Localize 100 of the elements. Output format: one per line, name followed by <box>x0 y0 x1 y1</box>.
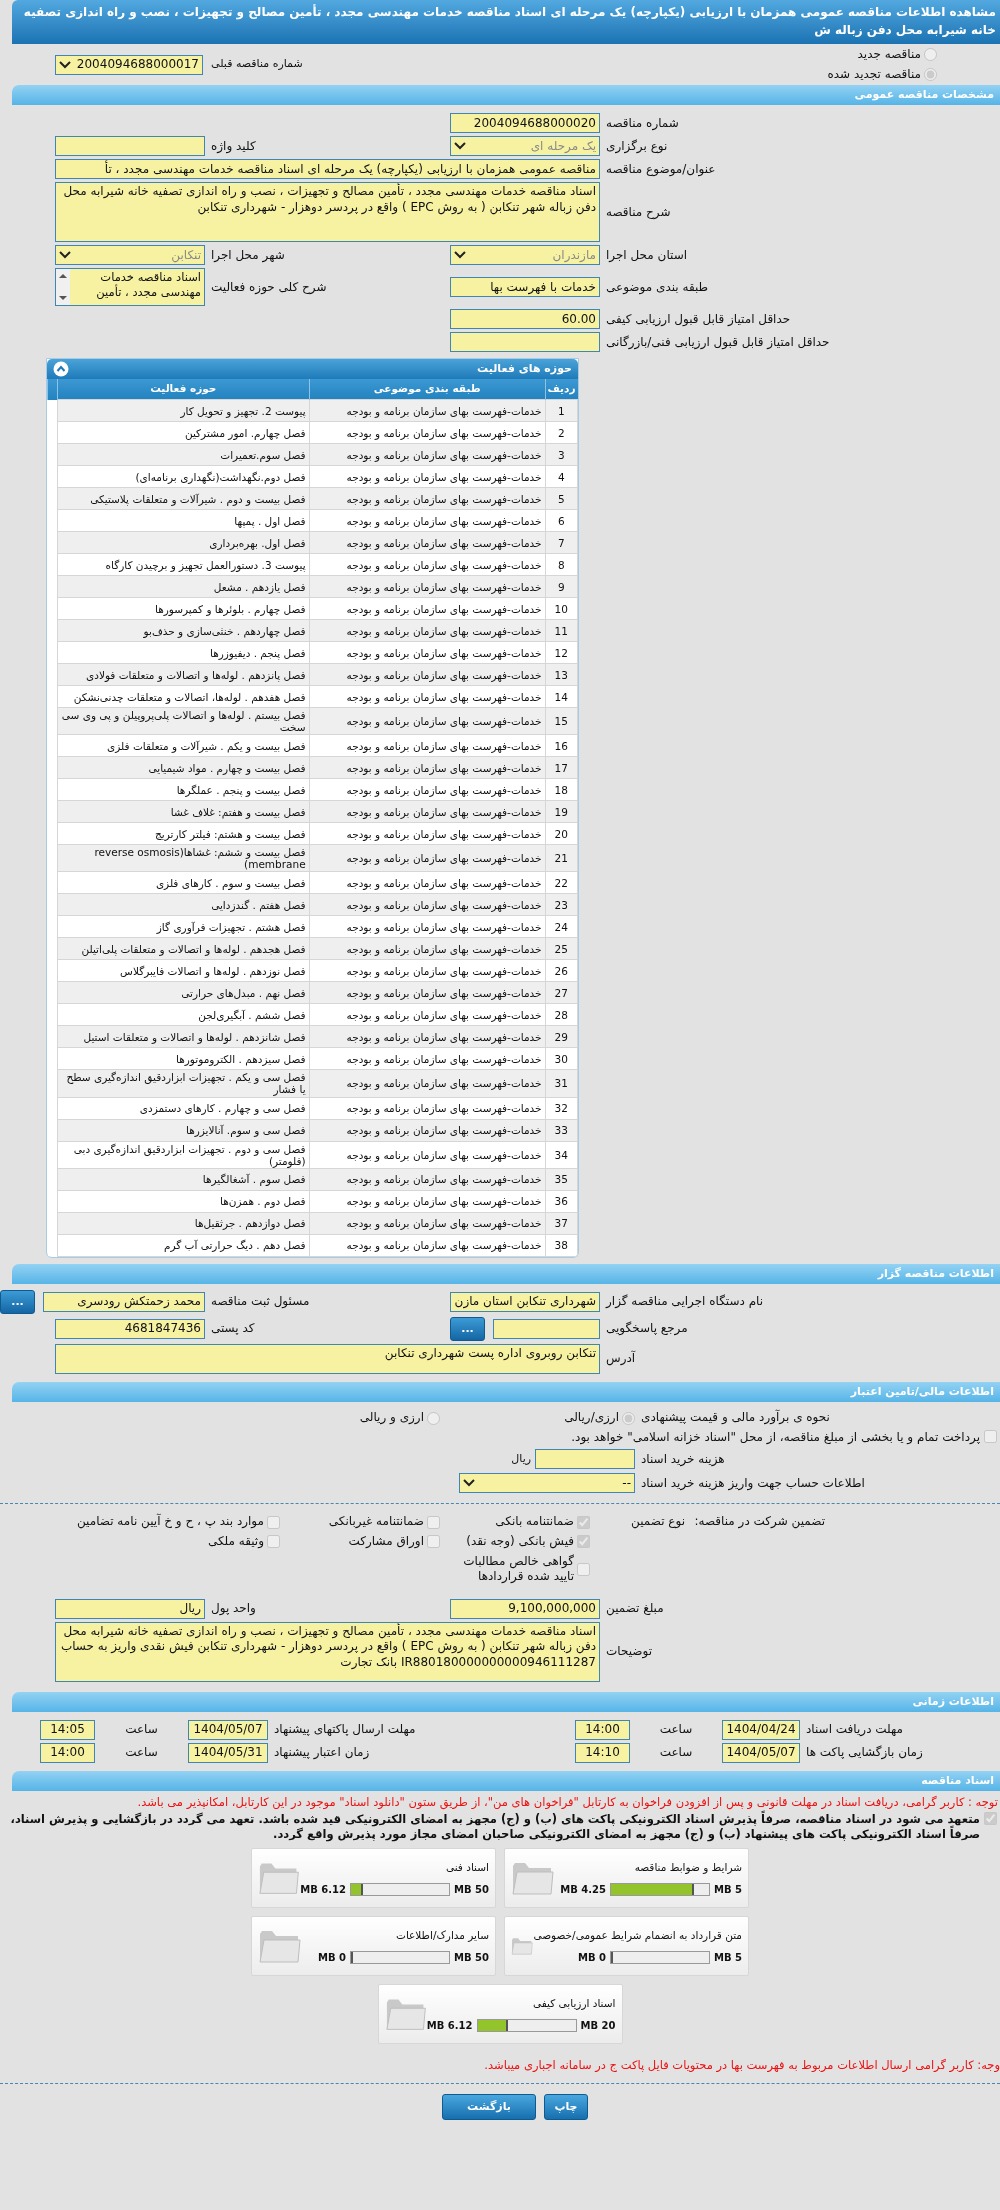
dropdown[interactable]: 2004094688000017 <box>55 54 203 75</box>
table-cell: 16 <box>545 734 578 757</box>
section-header: اطلاعات زمانی <box>12 1691 1000 1713</box>
chevron-icon <box>454 142 466 151</box>
table-cell: 18 <box>545 778 578 801</box>
table-cell: فصل هجدهم . لوله‌ها و اتصالات و متعلقات پلی‌اتیلن <box>57 937 310 960</box>
text-field[interactable] <box>55 136 205 157</box>
option-label: موارد بند پ ، ح و خ آیین نامه تضامین <box>76 1514 264 1530</box>
table-cell: پیوست 3. دستورالعمل تجهیز و برچیدن کارگاه <box>57 553 310 576</box>
text-field[interactable]: مناقصه عمومی همزمان با ارزیابی (یکپارچه) یک مرحله ای اسناد مناقصه خدمات مهندسی مجدد ، تأ <box>55 159 600 180</box>
table-cell: خدمات-فهرست بهای سازمان برنامه و بودجه <box>309 553 546 576</box>
table-cell: خدمات-فهرست بهای سازمان برنامه و بودجه <box>309 1141 546 1169</box>
table-cell: 38 <box>545 1234 578 1257</box>
table-cell: خدمات-فهرست بهای سازمان برنامه و بودجه <box>309 663 546 686</box>
text-field[interactable]: 14:00 <box>575 1720 630 1741</box>
table-cell: فصل یازدهم . مشعل <box>57 575 310 598</box>
table-cell: 13 <box>545 663 578 686</box>
text-field[interactable]: 1404/05/31 <box>188 1743 268 1764</box>
option-label: گواهی خالص مطالبات تایید شده قراردادها <box>462 1553 574 1585</box>
table-cell: فصل بیست و پنجم . عملگرها <box>57 778 310 801</box>
table-cell: خدمات-فهرست بهای سازمان برنامه و بودجه <box>309 509 546 532</box>
field-label: مهلت دریافت اسناد <box>806 1722 903 1737</box>
size-label: 50 MB <box>454 1882 489 1896</box>
field-label: شماره مناقصه <box>606 115 679 130</box>
table-cell: فصل هفدهم . لوله‌ها، اتصالات و متعلقات چدنی‌نشکن <box>57 685 310 708</box>
table-cell: 11 <box>545 619 578 642</box>
chevron-icon <box>463 1479 475 1488</box>
size-label: 50 MB <box>454 1950 489 1964</box>
text-area[interactable]: اسناد مناقصه خدمات مهندسی مجدد ، تأمین <box>55 268 205 307</box>
text-field[interactable]: 2004094688000020 <box>450 113 600 134</box>
table-cell: فصل شانزدهم . لوله‌ها و اتصالات و متعلقات استیل <box>57 1025 310 1048</box>
text-field[interactable]: ریال <box>55 1598 205 1619</box>
text-field[interactable]: محمد زحمتکش رودسری <box>43 1291 205 1312</box>
table-cell: فصل سیزدهم . الکتروموتورها <box>57 1047 310 1070</box>
table-cell: فصل بیست و هشتم: فیلتر کارتریج <box>57 822 310 845</box>
table-cell: فصل بیست و هفتم: غلاف غشا <box>57 800 310 823</box>
table-cell: خدمات-فهرست بهای سازمان برنامه و بودجه <box>309 959 546 982</box>
field-label: عنوان/موضوع مناقصه <box>606 161 716 176</box>
dropdown[interactable]: -- <box>459 1473 635 1494</box>
print-button[interactable]: چاپ <box>544 2094 588 2121</box>
field-label: زمان بازگشایی پاکت ها <box>806 1745 923 1760</box>
option-label: مناقصه تجدید شده <box>827 66 921 83</box>
text-field[interactable]: 14:00 <box>40 1743 95 1764</box>
table-cell: فصل چهارم. امور مشترکین <box>57 421 310 444</box>
table-cell: خدمات-فهرست بهای سازمان برنامه و بودجه <box>309 937 546 960</box>
text-field[interactable]: 9,100,000,000 <box>450 1598 600 1619</box>
option-label: ضمانتنامه غیربانکی <box>328 1514 424 1530</box>
table-cell: 23 <box>545 893 578 916</box>
table-cell: فصل سوم . آشغالگیرها <box>57 1168 310 1191</box>
text-field[interactable] <box>450 332 600 353</box>
more-button[interactable]: ... <box>0 1289 35 1314</box>
table-cell: فصل نوزدهم . لوله‌ها و اتصالات فایبرگلاس <box>57 959 310 982</box>
collapse-icon <box>53 361 69 378</box>
table-cell: فصل چهارم . بلوئرها و کمپرسورها <box>57 597 310 620</box>
field-label: نحوه ی برآورد مالی و قیمت پیشنهادی <box>641 1410 830 1425</box>
table-cell: خدمات-فهرست بهای سازمان برنامه و بودجه <box>309 399 546 422</box>
text-field[interactable]: 1404/04/24 <box>722 1720 800 1741</box>
table-cell: 17 <box>545 756 578 779</box>
table-cell: 1 <box>545 399 578 422</box>
field-label: شهر محل اجرا <box>211 247 285 262</box>
field-label: حداقل امتیاز قابل قبول ارزیابی کیفی <box>606 311 791 326</box>
field-label: زمان اعتبار پیشنهاد <box>274 1745 370 1760</box>
text-area[interactable]: اسناد مناقصه خدمات مهندسی مجدد ، تأمین مصالح و تجهیزات ، نصب و راه اندازی تصفیه خانه شیرابه محل دفن زباله شهر تنکابن ( به روش EPC ) واقع در پردسر دوهزار - شهرداری تنکابن فیش نقدی واریز به حساب IR880180000000000946111287 بانک تجارت <box>55 1621 600 1682</box>
text-area[interactable]: اسناد مناقصه خدمات مهندسی مجدد ، تأمین مصالح و تجهیزات ، نصب و راه اندازی تصفیه خانه شیرابه محل دفن زباله شهر تنکابن ( به روش EPC ) واقع در پردسر دوهزار - شهرداری تنکابن <box>55 182 600 243</box>
chevron-icon <box>59 251 71 260</box>
table-cell: 20 <box>545 822 578 845</box>
size-label: 6.12 MB <box>300 1882 346 1896</box>
scrollbar <box>56 269 70 306</box>
table-cell: فصل بیست و سوم . کارهای فلزی <box>57 871 310 894</box>
table-cell: فصل سوم.تعمیرات <box>57 443 310 466</box>
text-field[interactable]: 60.00 <box>450 309 600 330</box>
table-cell: خدمات-فهرست بهای سازمان برنامه و بودجه <box>309 487 546 510</box>
table-cell: 32 <box>545 1097 578 1119</box>
table-cell: خدمات-فهرست بهای سازمان برنامه و بودجه <box>309 641 546 664</box>
section-header: اطلاعات مالی/تامین اعتبار <box>12 1381 1000 1403</box>
table-cell: 10 <box>545 597 578 620</box>
column-header: ردیف <box>545 379 578 400</box>
back-button[interactable]: بازگشت <box>442 2094 536 2121</box>
table-cell: خدمات-فهرست بهای سازمان برنامه و بودجه <box>309 893 546 916</box>
more-button[interactable]: ... <box>450 1316 485 1341</box>
text-area[interactable]: تنکابن روبروی اداره پست شهرداری تنکابن <box>55 1343 600 1374</box>
text-field[interactable]: 14:10 <box>575 1743 630 1764</box>
table-cell: 30 <box>545 1047 578 1070</box>
table-cell: فصل دوازدهم . جرثقیل‌ها <box>57 1212 310 1235</box>
table-cell: خدمات-فهرست بهای سازمان برنامه و بودجه <box>309 465 546 488</box>
text-field[interactable]: شهرداری تنکابن استان مازن <box>450 1291 600 1312</box>
text-field[interactable]: 14:05 <box>40 1720 95 1741</box>
text-field[interactable]: 1404/05/07 <box>722 1743 800 1764</box>
table-cell: فصل اول . پمپها <box>57 509 310 532</box>
text-field[interactable]: 4681847436 <box>55 1318 205 1339</box>
option-label: فیش بانکی (وجه نقد) <box>466 1534 574 1550</box>
field-label: تضمین شرکت در مناقصه: <box>694 1514 825 1529</box>
text-field[interactable] <box>535 1449 635 1470</box>
field-label: مهلت ارسال پاکتهای پیشنهاد <box>274 1722 416 1737</box>
text-field[interactable]: خدمات با فهرست بها <box>450 277 600 298</box>
field-label: نوع تضمین <box>631 1514 685 1529</box>
table-cell: خدمات-فهرست بهای سازمان برنامه و بودجه <box>309 756 546 779</box>
file-title: اسناد ارزیابی کیفی <box>532 1996 616 2009</box>
text-field[interactable] <box>493 1318 600 1339</box>
text-field[interactable]: 1404/05/07 <box>188 1720 268 1741</box>
